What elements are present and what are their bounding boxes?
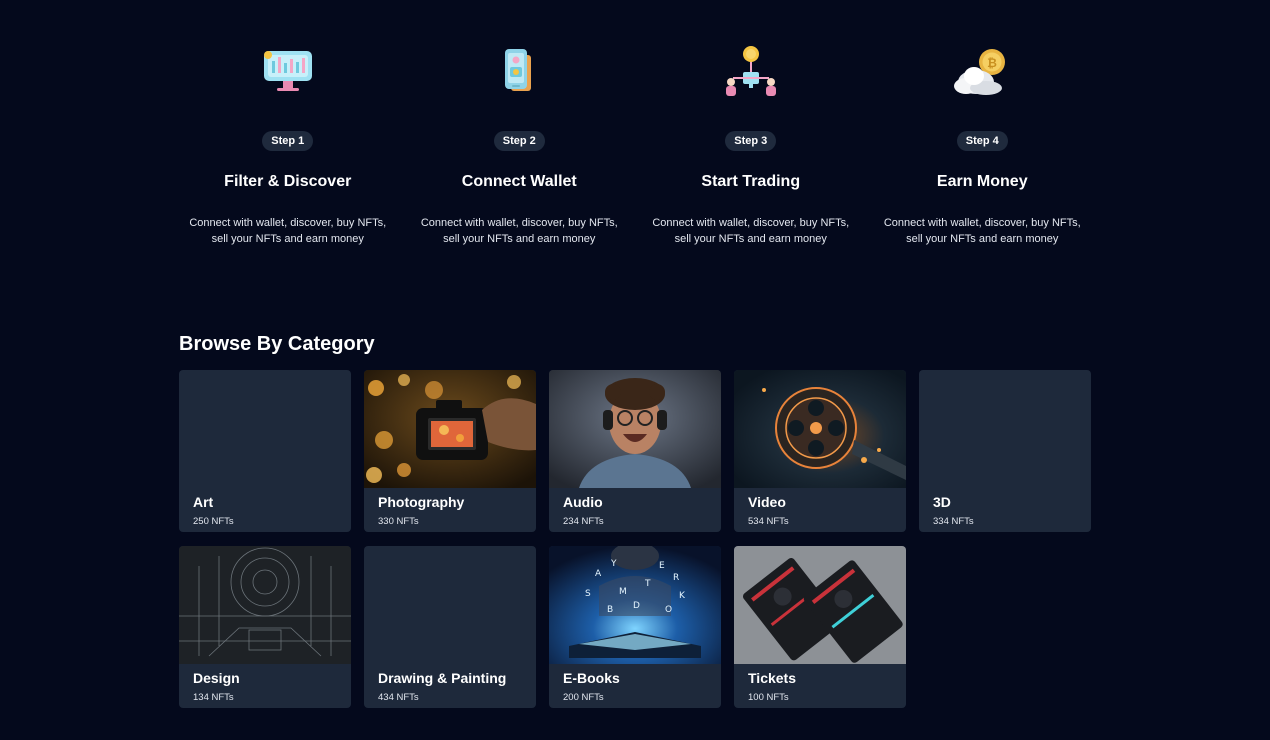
category-card-audio[interactable]: Audio 234 NFTs <box>549 370 721 532</box>
svg-text:E: E <box>659 561 665 571</box>
headphones-person-photo <box>549 370 721 488</box>
category-card-tickets[interactable]: Tickets 100 NFTs <box>734 546 906 708</box>
category-name: Design <box>193 670 240 686</box>
category-card-drawing-painting[interactable]: Drawing & Painting 434 NFTs <box>364 546 536 708</box>
step-4: ₿ Step 4 Earn Money Connect with wallet,… <box>867 40 1099 247</box>
tickets-photo <box>734 546 906 664</box>
category-count: 334 NFTs <box>933 516 974 527</box>
coin-cloud-icon: ₿ <box>950 40 1014 104</box>
category-count: 534 NFTs <box>748 516 789 527</box>
category-count: 234 NFTs <box>563 516 604 527</box>
category-count: 434 NFTs <box>378 692 419 703</box>
glowing-book-photo: AY E RS K MTB OD <box>549 546 721 664</box>
svg-text:B: B <box>607 605 613 615</box>
category-card-3d[interactable]: 3D 334 NFTs <box>919 370 1091 532</box>
svg-text:D: D <box>633 601 640 611</box>
step-pill: Step 4 <box>956 131 1008 151</box>
category-name: Video <box>748 494 786 510</box>
category-name: Photography <box>378 494 465 510</box>
steps-section: Step 1 Filter & Discover Connect with wa… <box>172 40 1098 247</box>
svg-text:₿: ₿ <box>987 56 997 70</box>
step-title: Start Trading <box>701 173 801 190</box>
step-description: Connect with wallet, discover, buy NFTs,… <box>420 217 618 245</box>
svg-text:R: R <box>673 573 679 583</box>
svg-text:O: O <box>665 605 672 615</box>
film-reel-photo <box>734 370 906 488</box>
step-2: Step 2 Connect Wallet Connect with walle… <box>404 40 636 247</box>
svg-text:T: T <box>644 579 651 589</box>
trading-people-icon <box>719 40 783 104</box>
svg-text:Y: Y <box>610 559 617 569</box>
step-description: Connect with wallet, discover, buy NFTs,… <box>883 217 1081 245</box>
category-count: 330 NFTs <box>378 516 419 527</box>
svg-text:A: A <box>595 569 602 579</box>
svg-text:S: S <box>585 589 591 599</box>
category-count: 134 NFTs <box>193 692 234 703</box>
category-grid: Art 250 NFTs Photography 330 NFTs Audio … <box>179 370 1091 708</box>
step-title: Connect Wallet <box>461 173 577 190</box>
category-card-e-books[interactable]: AYE RSK MTB OD E-Books 200 NFTs <box>549 546 721 708</box>
category-name: 3D <box>933 494 951 510</box>
step-pill: Step 2 <box>493 131 545 151</box>
step-description: Connect with wallet, discover, buy NFTs,… <box>189 217 387 245</box>
category-name: Tickets <box>748 670 796 686</box>
category-card-art[interactable]: Art 250 NFTs <box>179 370 351 532</box>
category-card-photography[interactable]: Photography 330 NFTs <box>364 370 536 532</box>
category-count: 250 NFTs <box>193 516 234 527</box>
blueprint-photo <box>179 546 351 664</box>
camera-photo <box>364 370 536 488</box>
step-title: Earn Money <box>936 173 1028 190</box>
step-pill: Step 3 <box>725 131 777 151</box>
category-count: 100 NFTs <box>748 692 789 703</box>
step-3: Step 3 Start Trading Connect with wallet… <box>635 40 867 247</box>
category-name: E-Books <box>563 670 620 686</box>
step-title: Filter & Discover <box>224 173 352 190</box>
category-name: Drawing & Painting <box>378 670 507 686</box>
category-name: Art <box>193 494 214 510</box>
page: Step 1 Filter & Discover Connect with wa… <box>0 0 1270 740</box>
svg-text:M: M <box>619 587 627 597</box>
step-pill: Step 1 <box>262 131 314 151</box>
category-count: 200 NFTs <box>563 692 604 703</box>
category-card-design[interactable]: Design 134 NFTs <box>179 546 351 708</box>
phone-wallet-icon <box>487 40 551 104</box>
category-card-video[interactable]: Video 534 NFTs <box>734 370 906 532</box>
step-1: Step 1 Filter & Discover Connect with wa… <box>172 40 404 247</box>
category-name: Audio <box>563 494 603 510</box>
step-description: Connect with wallet, discover, buy NFTs,… <box>652 217 850 245</box>
monitor-chart-icon <box>256 40 320 104</box>
browse-by-category-heading: Browse By Category <box>179 333 375 355</box>
